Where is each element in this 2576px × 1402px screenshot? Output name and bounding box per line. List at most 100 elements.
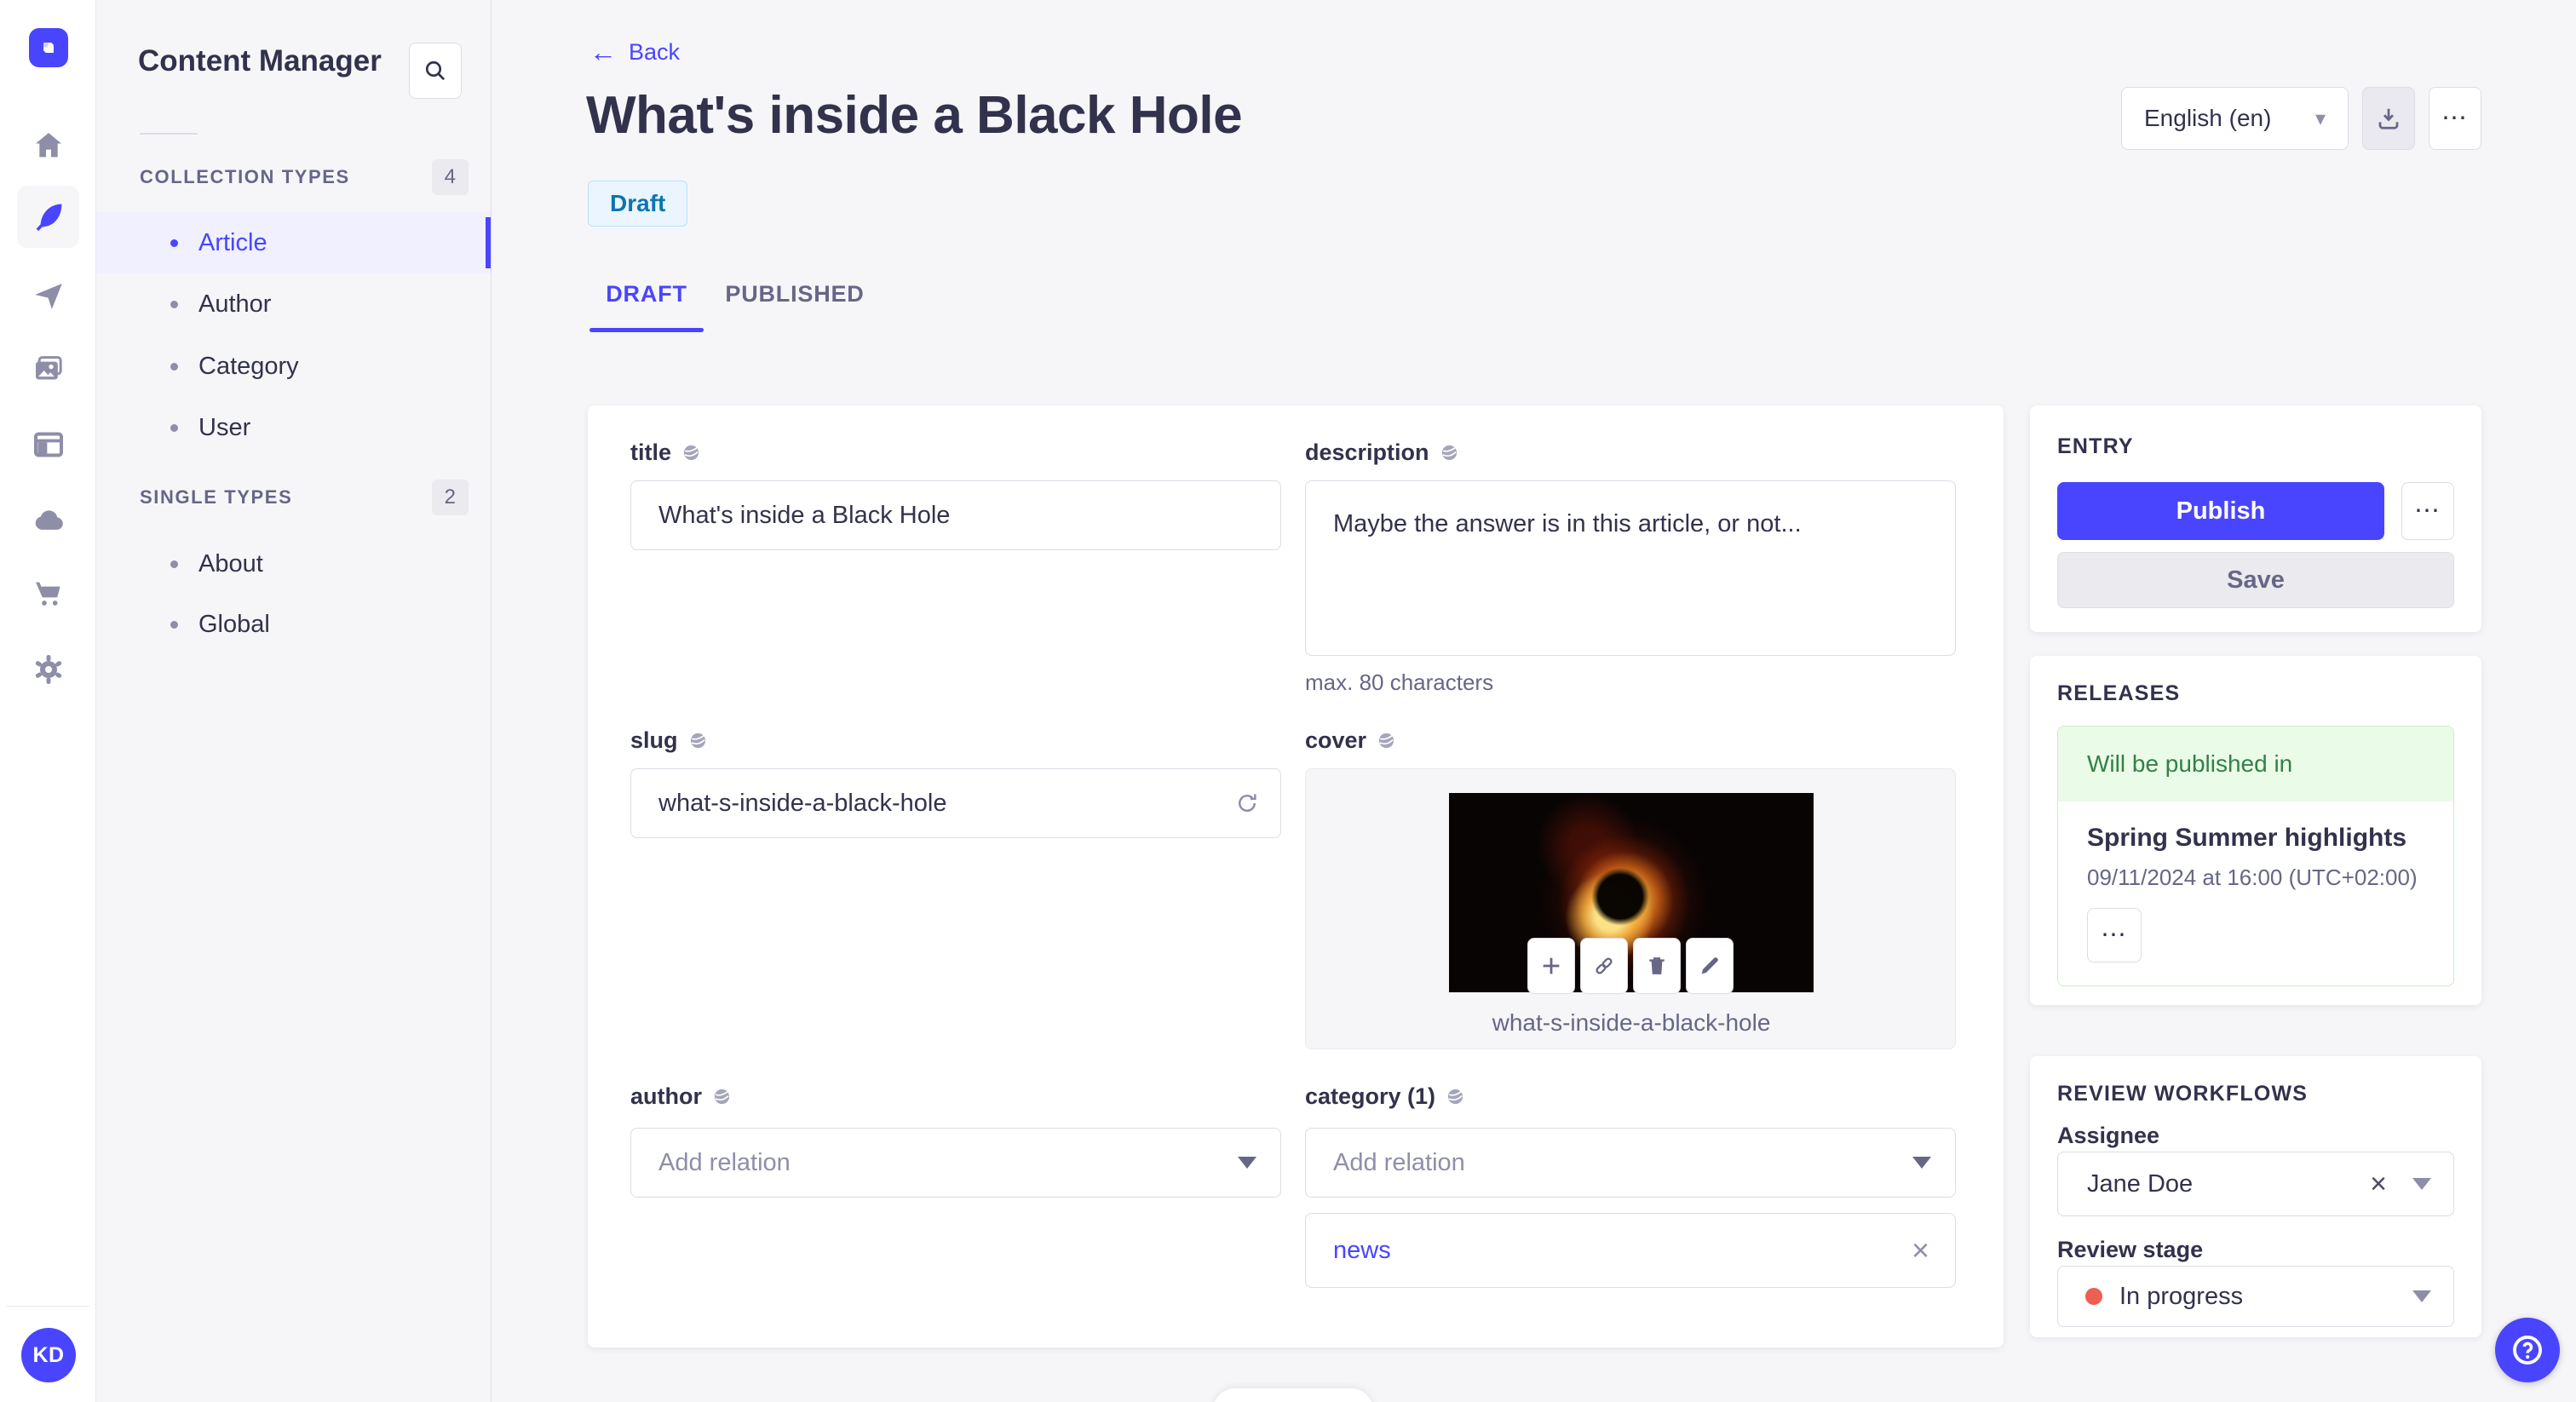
slug-field-label: slug bbox=[630, 727, 708, 754]
cloud-icon bbox=[35, 510, 63, 530]
download-icon bbox=[2378, 108, 2399, 129]
field-label-text: category (1) bbox=[1305, 1083, 1436, 1109]
sidebar-item-category[interactable]: Category bbox=[96, 336, 491, 397]
slug-input[interactable]: what-s-inside-a-black-hole bbox=[630, 768, 1281, 838]
section-count-badge: 4 bbox=[431, 159, 469, 195]
add-asset-button[interactable] bbox=[1527, 938, 1575, 994]
category-field-label: category (1) bbox=[1305, 1083, 1465, 1110]
sidebar-item-label: Author bbox=[198, 290, 272, 318]
sidebar-item-user[interactable]: User bbox=[96, 397, 491, 458]
content-type-builder-nav-button[interactable] bbox=[31, 427, 66, 463]
media-images-icon bbox=[36, 356, 62, 380]
save-button[interactable]: Save bbox=[2057, 552, 2454, 608]
releases-nav-button[interactable] bbox=[31, 279, 66, 314]
entry-heading: ENTRY bbox=[2057, 434, 2134, 458]
publish-button[interactable]: Publish bbox=[2057, 482, 2384, 540]
main-nav-rail: KD bbox=[0, 0, 96, 1402]
locale-value: English (en) bbox=[2144, 105, 2272, 131]
cover-file-name: what-s-inside-a-black-hole bbox=[1492, 1009, 1771, 1036]
cover-field: what-s-inside-a-black-hole bbox=[1305, 768, 1956, 1049]
relation-link-news[interactable]: news bbox=[1333, 1237, 1391, 1265]
delete-asset-button[interactable] bbox=[1633, 938, 1681, 994]
bullet-icon bbox=[170, 620, 178, 629]
review-stage-select[interactable]: In progress bbox=[2057, 1266, 2454, 1327]
download-button[interactable] bbox=[2362, 87, 2415, 150]
assignee-select[interactable]: Jane Doe × bbox=[2057, 1152, 2454, 1216]
globe-icon bbox=[714, 1089, 730, 1105]
review-heading: REVIEW WORKFLOWS bbox=[2057, 1082, 2309, 1106]
tab-published[interactable]: PUBLISHED bbox=[725, 273, 863, 315]
locale-select[interactable]: English (en) ▾ bbox=[2121, 87, 2349, 150]
save-label: Save bbox=[2227, 566, 2285, 594]
help-icon bbox=[2513, 1336, 2542, 1365]
tab-draft[interactable]: DRAFT bbox=[589, 273, 704, 315]
bullet-icon bbox=[170, 560, 178, 568]
entry-more-button[interactable]: ⋯ bbox=[2401, 482, 2454, 540]
search-button[interactable] bbox=[409, 43, 462, 99]
globe-icon bbox=[683, 445, 699, 461]
back-label: Back bbox=[629, 38, 681, 65]
section-single-types: SINGLE TYPES 2 bbox=[140, 479, 469, 516]
refresh-icon bbox=[1239, 794, 1256, 812]
media-library-nav-button[interactable] bbox=[31, 351, 66, 387]
chevron-down-icon bbox=[1912, 1157, 1931, 1169]
sidebar-item-author[interactable]: Author bbox=[96, 273, 491, 335]
edit-asset-button[interactable] bbox=[1686, 938, 1734, 994]
strapi-admin-app: KD Content Manager COLLECTION TYPES 4 Ar… bbox=[0, 0, 2576, 1402]
chevron-down-icon bbox=[2412, 1290, 2431, 1302]
bullet-icon bbox=[170, 362, 178, 371]
title-input-value: What's inside a Black Hole bbox=[658, 501, 951, 529]
sidebar-item-about[interactable]: About bbox=[96, 533, 491, 595]
sidebar-item-label: Article bbox=[198, 228, 267, 256]
tab-label: DRAFT bbox=[606, 280, 687, 307]
regenerate-slug-button[interactable] bbox=[1234, 790, 1260, 816]
category-relation-item: news × bbox=[1305, 1213, 1956, 1288]
bullet-icon bbox=[170, 300, 178, 308]
bottom-floating-panel[interactable] bbox=[1213, 1388, 1373, 1402]
assignee-label: Assignee bbox=[2057, 1123, 2160, 1148]
section-count-badge: 2 bbox=[431, 480, 469, 515]
description-textarea[interactable]: Maybe the answer is in this article, or … bbox=[1305, 480, 1956, 656]
link-icon bbox=[1596, 957, 1613, 974]
field-label-text: title bbox=[630, 440, 672, 465]
tab-label: PUBLISHED bbox=[725, 280, 865, 307]
section-collection-types: COLLECTION TYPES 4 bbox=[140, 158, 469, 196]
description-hint: max. 80 characters bbox=[1305, 669, 1494, 695]
help-button[interactable] bbox=[2495, 1318, 2560, 1382]
sidebar-item-article[interactable]: Article bbox=[96, 212, 491, 273]
more-actions-button[interactable]: ⋯ bbox=[2429, 87, 2481, 150]
chevron-down-icon bbox=[1238, 1157, 1256, 1169]
copy-link-button[interactable] bbox=[1580, 938, 1628, 994]
home-nav-button[interactable] bbox=[31, 128, 66, 164]
back-link[interactable]: ← Back bbox=[589, 38, 680, 66]
author-placeholder: Add relation bbox=[658, 1148, 791, 1176]
chevron-down-icon: ▾ bbox=[2314, 106, 2326, 130]
author-relation-combobox[interactable]: Add relation bbox=[630, 1128, 1281, 1198]
feather-icon bbox=[36, 204, 61, 231]
category-relation-combobox[interactable]: Add relation bbox=[1305, 1128, 1956, 1198]
sidebar-item-global[interactable]: Global bbox=[96, 594, 491, 655]
back-arrow-icon: ← bbox=[589, 37, 617, 67]
stage-status-dot bbox=[2085, 1288, 2102, 1305]
assignee-value: Jane Doe bbox=[2087, 1169, 2194, 1198]
content-manager-nav-button[interactable] bbox=[17, 186, 79, 248]
settings-nav-button[interactable] bbox=[31, 652, 66, 687]
description-value: Maybe the answer is in this article, or … bbox=[1333, 510, 1802, 537]
review-workflows-panel: REVIEW WORKFLOWS Assignee Jane Doe × Rev… bbox=[2030, 1056, 2481, 1337]
release-status: Will be published in bbox=[2058, 727, 2453, 802]
cloud-nav-button[interactable] bbox=[31, 503, 66, 538]
user-avatar[interactable]: KD bbox=[21, 1328, 76, 1382]
search-icon bbox=[425, 60, 446, 81]
title-input[interactable]: What's inside a Black Hole bbox=[630, 480, 1281, 550]
strapi-logo[interactable] bbox=[29, 28, 68, 67]
marketplace-nav-button[interactable] bbox=[31, 576, 66, 612]
section-label: SINGLE TYPES bbox=[140, 486, 293, 508]
sidebar-item-label: Global bbox=[198, 610, 270, 638]
gear-icon bbox=[35, 655, 62, 684]
release-more-button[interactable]: ⋯ bbox=[2087, 908, 2142, 962]
releases-panel: RELEASES Will be published in Spring Sum… bbox=[2030, 656, 2481, 1005]
content-manager-sidebar: Content Manager COLLECTION TYPES 4 Artic… bbox=[96, 0, 492, 1402]
status-label: Draft bbox=[610, 190, 666, 216]
sidebar-item-label: About bbox=[198, 549, 263, 577]
rail-divider bbox=[7, 1306, 89, 1307]
